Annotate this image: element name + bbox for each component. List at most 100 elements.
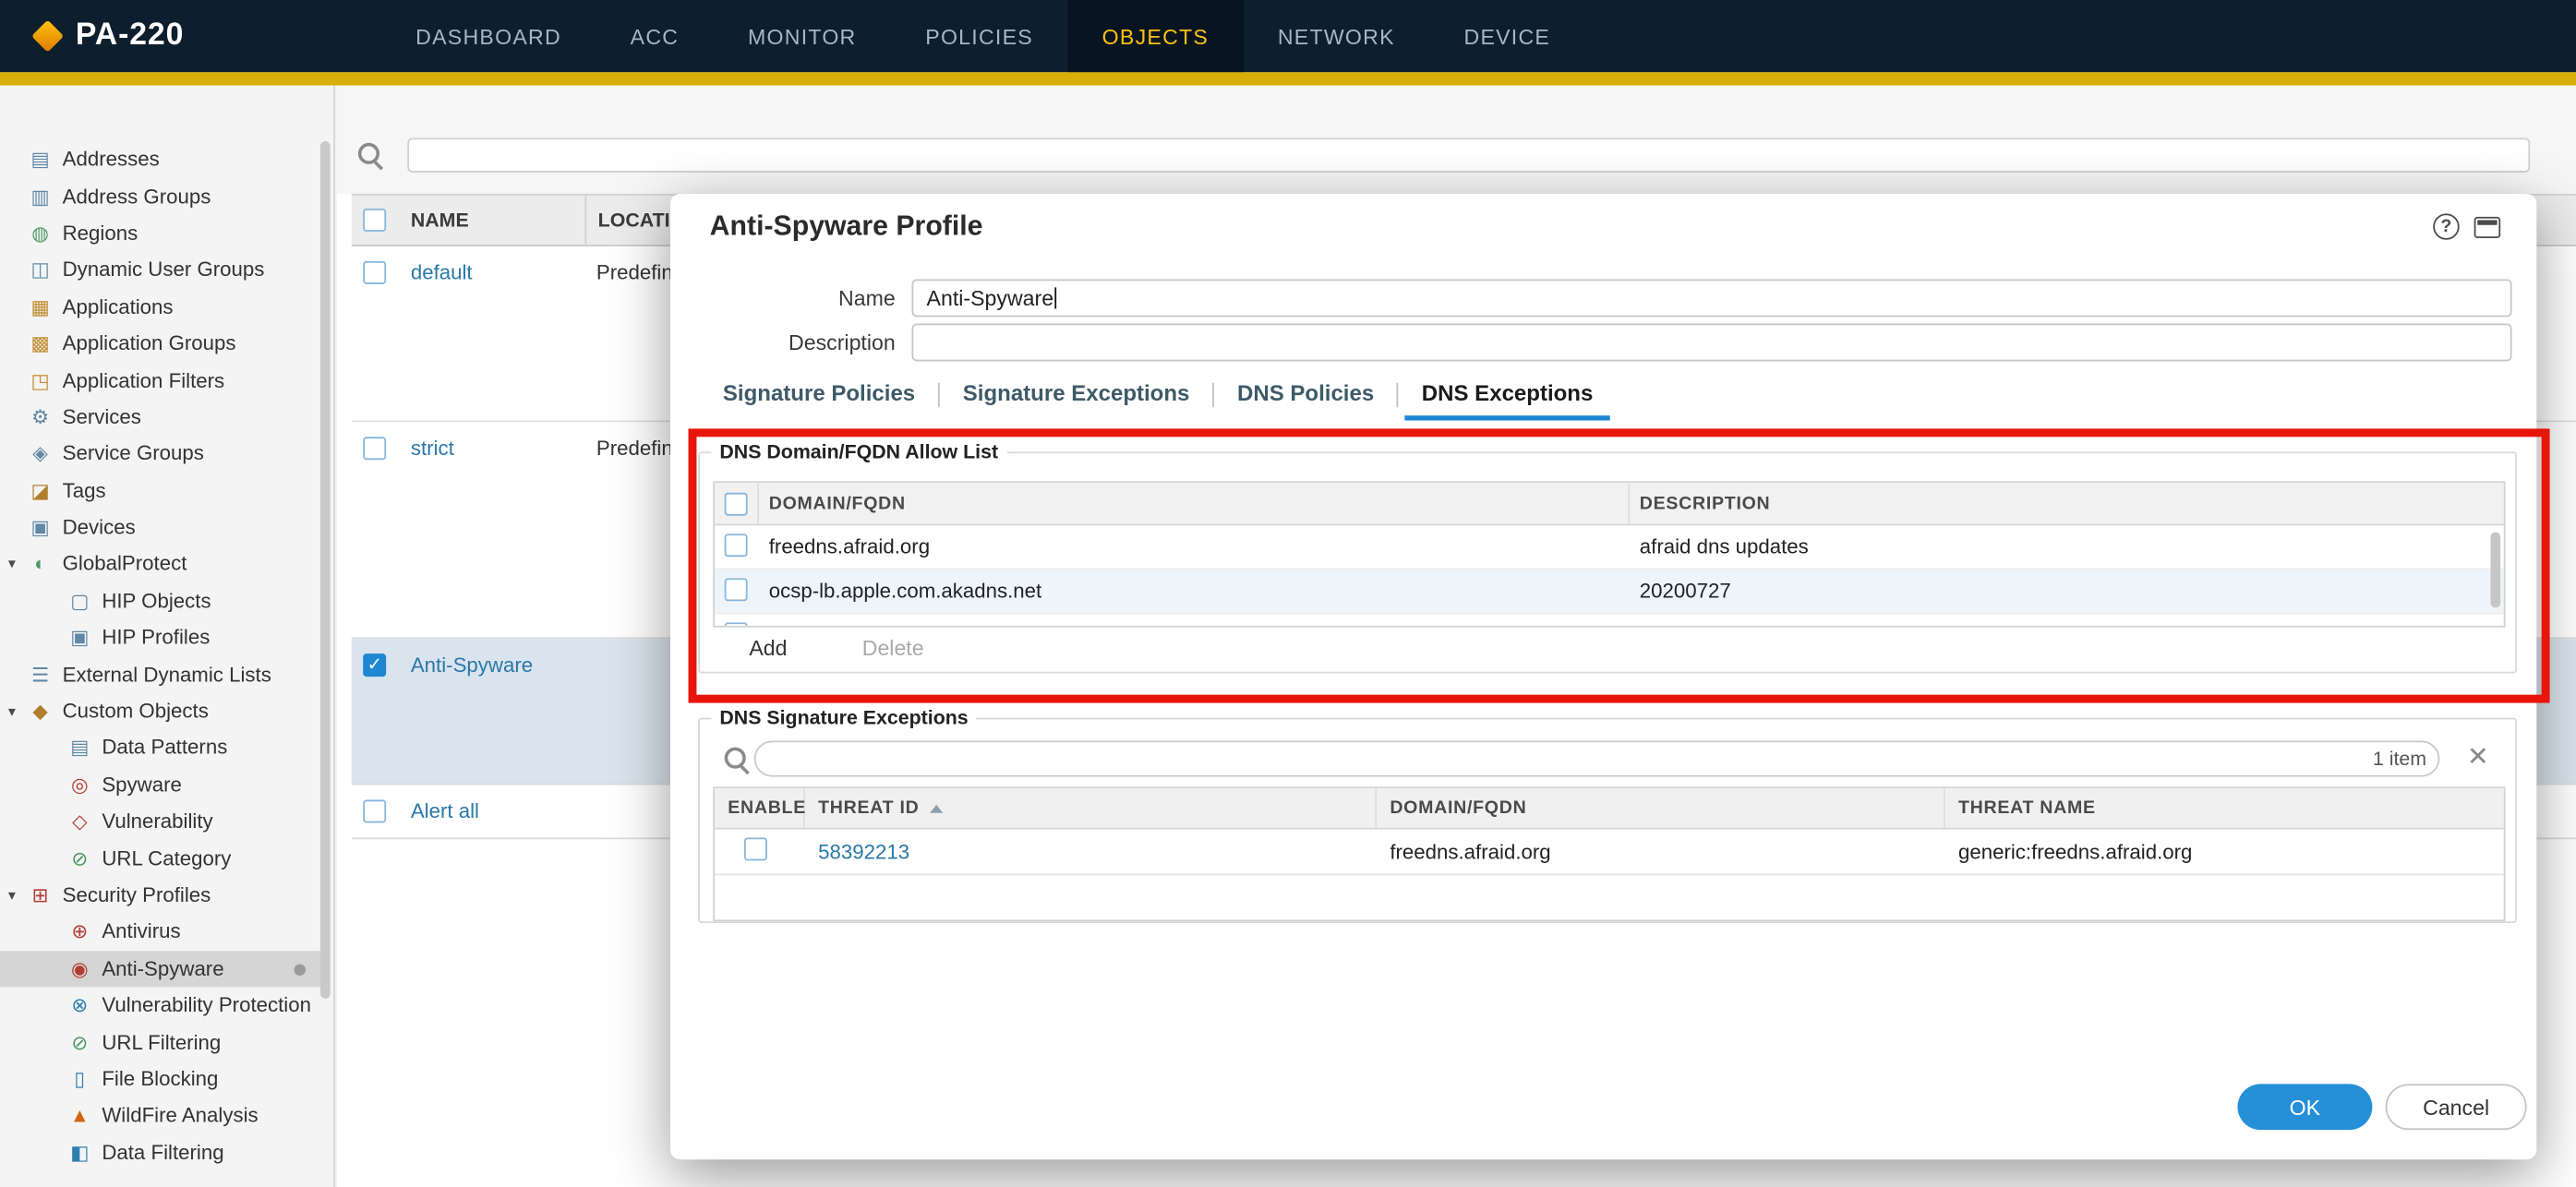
threat-id-link[interactable]: 58392213: [818, 840, 909, 863]
sidebar-item-spyware[interactable]: ▾ ◎ Spyware: [0, 766, 322, 803]
tab-dns-policies[interactable]: DNS Policies: [1221, 381, 1390, 421]
dialog-header-icons: ?: [2433, 213, 2501, 240]
sidebar-item-url-filtering[interactable]: ▾ ⊘ URL Filtering: [0, 1024, 322, 1061]
sidebar-list: ▾ ▤ Addresses ▾ ▥ Address Groups ▾ ◍ Reg…: [0, 141, 322, 1171]
cancel-button[interactable]: Cancel: [2385, 1084, 2527, 1131]
allow-list-row-partial[interactable]: [715, 614, 2504, 626]
sidebar-item-hip-profiles[interactable]: ▾ ▣ HIP Profiles: [0, 619, 322, 656]
column-header-domain-fqdn[interactable]: DOMAIN/FQDN: [759, 483, 1631, 524]
sidebar-item-service-groups[interactable]: ▾ ◈ Service Groups: [0, 436, 322, 473]
row-checkbox[interactable]: [724, 577, 748, 601]
item-icon: ◪: [30, 479, 50, 502]
allow-list-select-all-checkbox[interactable]: [724, 491, 748, 515]
column-header-name[interactable]: NAME: [411, 196, 585, 245]
row-checkbox[interactable]: [363, 437, 387, 461]
enable-checkbox[interactable]: [744, 837, 767, 861]
sidebar-item-antivirus[interactable]: ▾ ⊕ Antivirus: [0, 914, 322, 951]
window-panel-icon[interactable]: [2474, 215, 2501, 238]
column-header-enable[interactable]: ENABLE: [715, 788, 805, 828]
item-icon: ◈: [32, 442, 48, 466]
sidebar-scrollbar[interactable]: [319, 141, 331, 999]
expand-chevron-icon[interactable]: ▾: [0, 555, 28, 573]
item-icon: ◇: [72, 809, 88, 833]
expand-chevron-icon[interactable]: ▾: [0, 886, 28, 905]
nav-item-network[interactable]: NETWORK: [1243, 0, 1429, 72]
tab-dns-exceptions[interactable]: DNS Exceptions: [1405, 381, 1610, 421]
item-icon: ◉: [70, 956, 89, 980]
clear-search-icon[interactable]: ✕: [2467, 742, 2489, 775]
item-label: Applications: [62, 294, 174, 318]
sidebar-item-services[interactable]: ▾ ⚙ Services: [0, 399, 322, 436]
select-all-checkbox[interactable]: [363, 208, 387, 232]
tab-signature-policies[interactable]: Signature Policies: [706, 381, 932, 421]
sidebar-item-data-filtering[interactable]: ▾ ◧ Data Filtering: [0, 1134, 322, 1171]
allow-list-row[interactable]: freedns.afraid.org afraid dns updates: [715, 525, 2504, 570]
sidebar-item-external-dynamic-lists[interactable]: ▾ ☰ External Dynamic Lists: [0, 656, 322, 693]
sidebar-item-globalprotect[interactable]: ▾ ◐ GlobalProtect: [0, 546, 322, 582]
sidebar-item-application-groups[interactable]: ▾ ▩ Application Groups: [0, 325, 322, 362]
sidebar-item-wildfire-analysis[interactable]: ▾ ▲ WildFire Analysis: [0, 1097, 322, 1134]
sidebar-item-hip-objects[interactable]: ▾ ▢ HIP Objects: [0, 582, 322, 619]
nav-item-device[interactable]: DEVICE: [1429, 0, 1584, 72]
help-icon[interactable]: ?: [2433, 213, 2460, 240]
sidebar-item-addresses[interactable]: ▾ ▤ Addresses: [0, 141, 322, 178]
column-header-threat-id[interactable]: THREAT ID: [805, 788, 1378, 828]
item-icon: ▩: [30, 331, 50, 355]
nav-item-acc[interactable]: ACC: [596, 0, 713, 72]
profile-name-link[interactable]: Anti-Spyware: [411, 653, 533, 677]
sidebar-item-devices[interactable]: ▾ ▣ Devices: [0, 509, 322, 546]
allow-list-row[interactable]: ocsp-lb.apple.com.akadns.net 20200727: [715, 570, 2504, 615]
sidebar-item-vulnerability[interactable]: ▾ ◇ Vulnerability: [0, 803, 322, 840]
profile-name-link[interactable]: strict: [411, 437, 454, 460]
top-nav-items: DASHBOARD ACC MONITOR POLICIES OBJECTS NETWOR…: [381, 0, 1585, 73]
profile-description-input[interactable]: [911, 323, 2512, 362]
sidebar-item-security-profiles[interactable]: ▾ ⊞ Security Profiles: [0, 877, 322, 914]
ok-button[interactable]: OK: [2237, 1084, 2373, 1131]
sidebar-item-anti-spyware[interactable]: ▾ ◉ Anti-Spyware: [0, 950, 322, 988]
sidebar-item-vulnerability-protection[interactable]: ▾ ⊗ Vulnerability Protection: [0, 987, 322, 1024]
sidebar-item-custom-objects[interactable]: ▾ ◆ Custom Objects: [0, 693, 322, 730]
sidebar-item-data-patterns[interactable]: ▾ ▤ Data Patterns: [0, 729, 322, 766]
description-row: Description: [670, 323, 2512, 362]
nav-item-policies[interactable]: POLICIES: [891, 0, 1067, 72]
row-checkbox[interactable]: [363, 799, 387, 823]
delete-button[interactable]: Delete: [862, 636, 924, 661]
profile-name-link[interactable]: default: [411, 261, 473, 284]
sidebar-item-url-category[interactable]: ▾ ⊘ URL Category: [0, 840, 322, 877]
tab-signature-exceptions[interactable]: Signature Exceptions: [946, 381, 1206, 421]
sidebar-item-applications[interactable]: ▾ ▦ Applications: [0, 288, 322, 325]
add-button[interactable]: Add: [749, 636, 787, 661]
sidebar-item-address-groups[interactable]: ▾ ▥ Address Groups: [0, 178, 322, 215]
tab-separator: [1212, 382, 1215, 408]
item-label: Services: [62, 405, 141, 429]
sidebar-item-tags[interactable]: ▾ ◪ Tags: [0, 473, 322, 510]
item-icon: ◫: [30, 258, 50, 282]
dialog-tabs: Signature Policies Signature Exceptions DN…: [706, 378, 1610, 421]
nav-item-monitor[interactable]: MONITOR: [714, 0, 891, 72]
row-checkbox[interactable]: [363, 260, 387, 284]
column-header-domain-fqdn[interactable]: DOMAIN/FQDN: [1377, 788, 1945, 828]
row-checkbox[interactable]: [724, 533, 748, 557]
tab-separator: [938, 382, 940, 408]
exception-row[interactable]: 58392213 freedns.afraid.org generic:free…: [715, 830, 2504, 876]
row-checkbox[interactable]: [363, 653, 387, 677]
profile-name-input[interactable]: Anti-Spyware: [911, 279, 2512, 318]
screen: PA-220 DASHBOARD ACC MONITOR POLICIES OBJECT…: [0, 0, 2576, 1187]
column-header-threat-name[interactable]: THREAT NAME: [1945, 788, 2504, 828]
column-header-description[interactable]: DESCRIPTION: [1630, 483, 2504, 523]
sidebar-item-dynamic-user-groups[interactable]: ▾ ◫ Dynamic User Groups: [0, 252, 322, 289]
objects-search-input[interactable]: [407, 138, 2531, 173]
sidebar-item-application-filters[interactable]: ▾ ◳ Application Filters: [0, 362, 322, 399]
sidebar-item-file-blocking[interactable]: ▾ ▯ File Blocking: [0, 1061, 322, 1097]
item-icon: ⊘: [71, 846, 89, 870]
exceptions-search-input[interactable]: [753, 740, 2440, 777]
profile-name-link[interactable]: Alert all: [411, 800, 479, 823]
sidebar-item-regions[interactable]: ▾ ◍ Regions: [0, 215, 322, 252]
row-checkbox[interactable]: [724, 621, 748, 626]
item-label: HIP Objects: [102, 589, 211, 613]
nav-item-dashboard[interactable]: DASHBOARD: [381, 0, 596, 72]
expand-chevron-icon[interactable]: ▾: [0, 702, 28, 721]
allow-list-scrollbar[interactable]: [2490, 532, 2501, 608]
domain-cell: freedns.afraid.org: [1390, 840, 1551, 864]
nav-item-objects[interactable]: OBJECTS: [1067, 0, 1244, 73]
